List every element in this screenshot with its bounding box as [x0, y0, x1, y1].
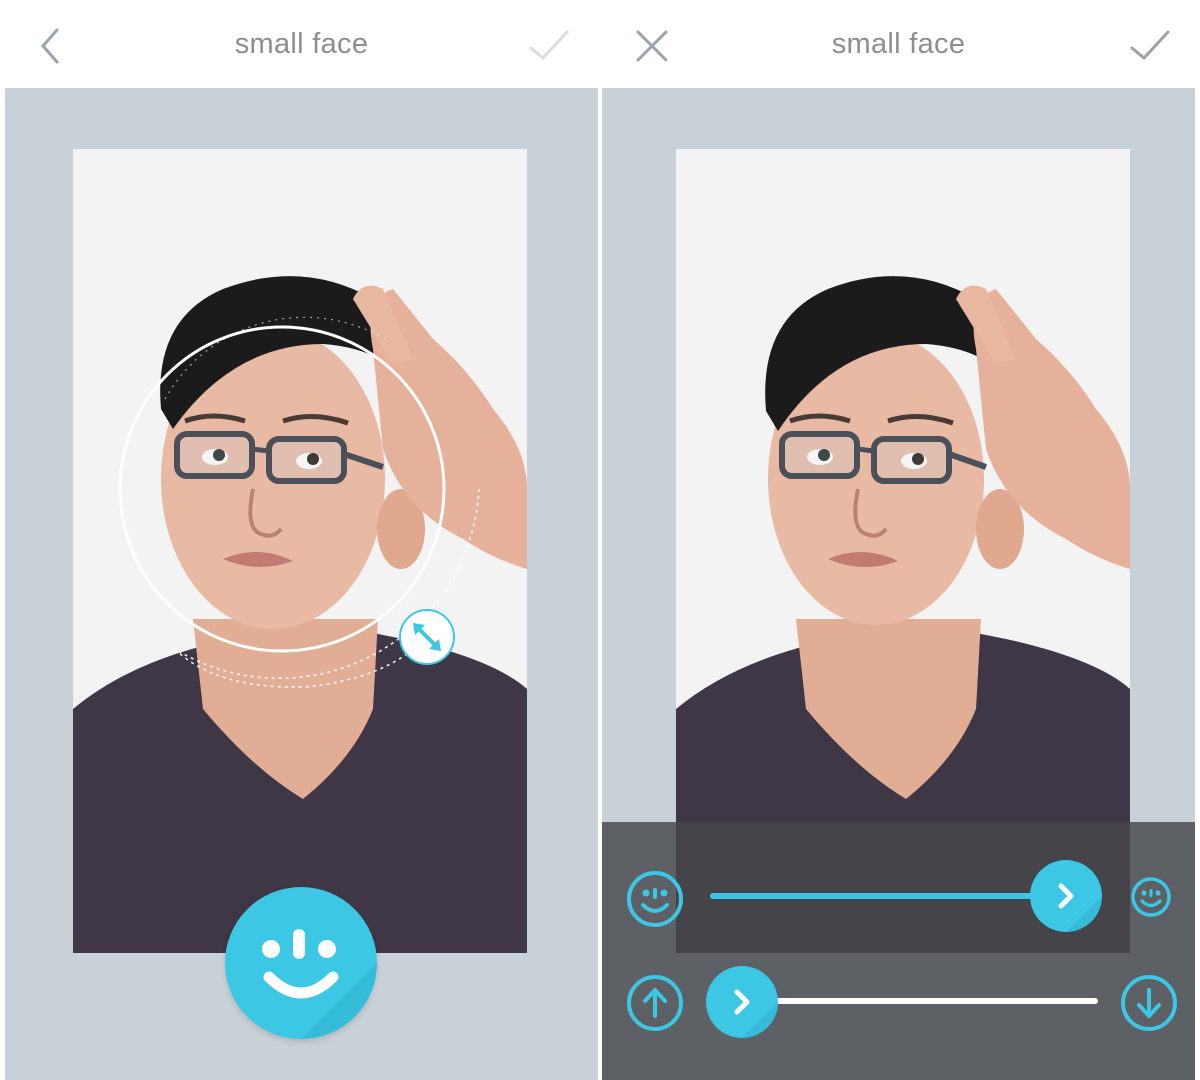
smiley-large-icon[interactable]	[626, 870, 684, 928]
smiley-small-icon[interactable]	[1130, 876, 1172, 918]
editing-canvas	[5, 89, 598, 1080]
page-title: small face	[831, 28, 966, 60]
face-detect-button[interactable]	[225, 887, 377, 1039]
confirm-checkmark-icon[interactable]	[527, 24, 571, 68]
chevron-right-icon	[734, 989, 778, 1038]
resize-handle[interactable]	[399, 609, 455, 665]
smiley-face-icon	[262, 929, 377, 1039]
header: small face	[5, 0, 598, 89]
arrow-down-circle-icon[interactable]	[1120, 974, 1178, 1032]
right-screen: small face	[602, 0, 1195, 1080]
header: small face	[602, 0, 1195, 89]
page-title: small face	[234, 28, 369, 60]
chevron-right-icon	[1058, 883, 1102, 932]
face-size-slider-thumb[interactable]	[1030, 860, 1102, 932]
left-screen: small face	[5, 0, 598, 1080]
face-position-slider-track[interactable]	[740, 998, 1098, 1004]
adjustment-panel	[602, 822, 1195, 1080]
resize-diagonal-icon	[413, 623, 441, 651]
confirm-checkmark-icon[interactable]	[1128, 24, 1172, 68]
face-position-slider-thumb[interactable]	[706, 966, 778, 1038]
arrow-up-circle-icon[interactable]	[626, 974, 684, 1032]
